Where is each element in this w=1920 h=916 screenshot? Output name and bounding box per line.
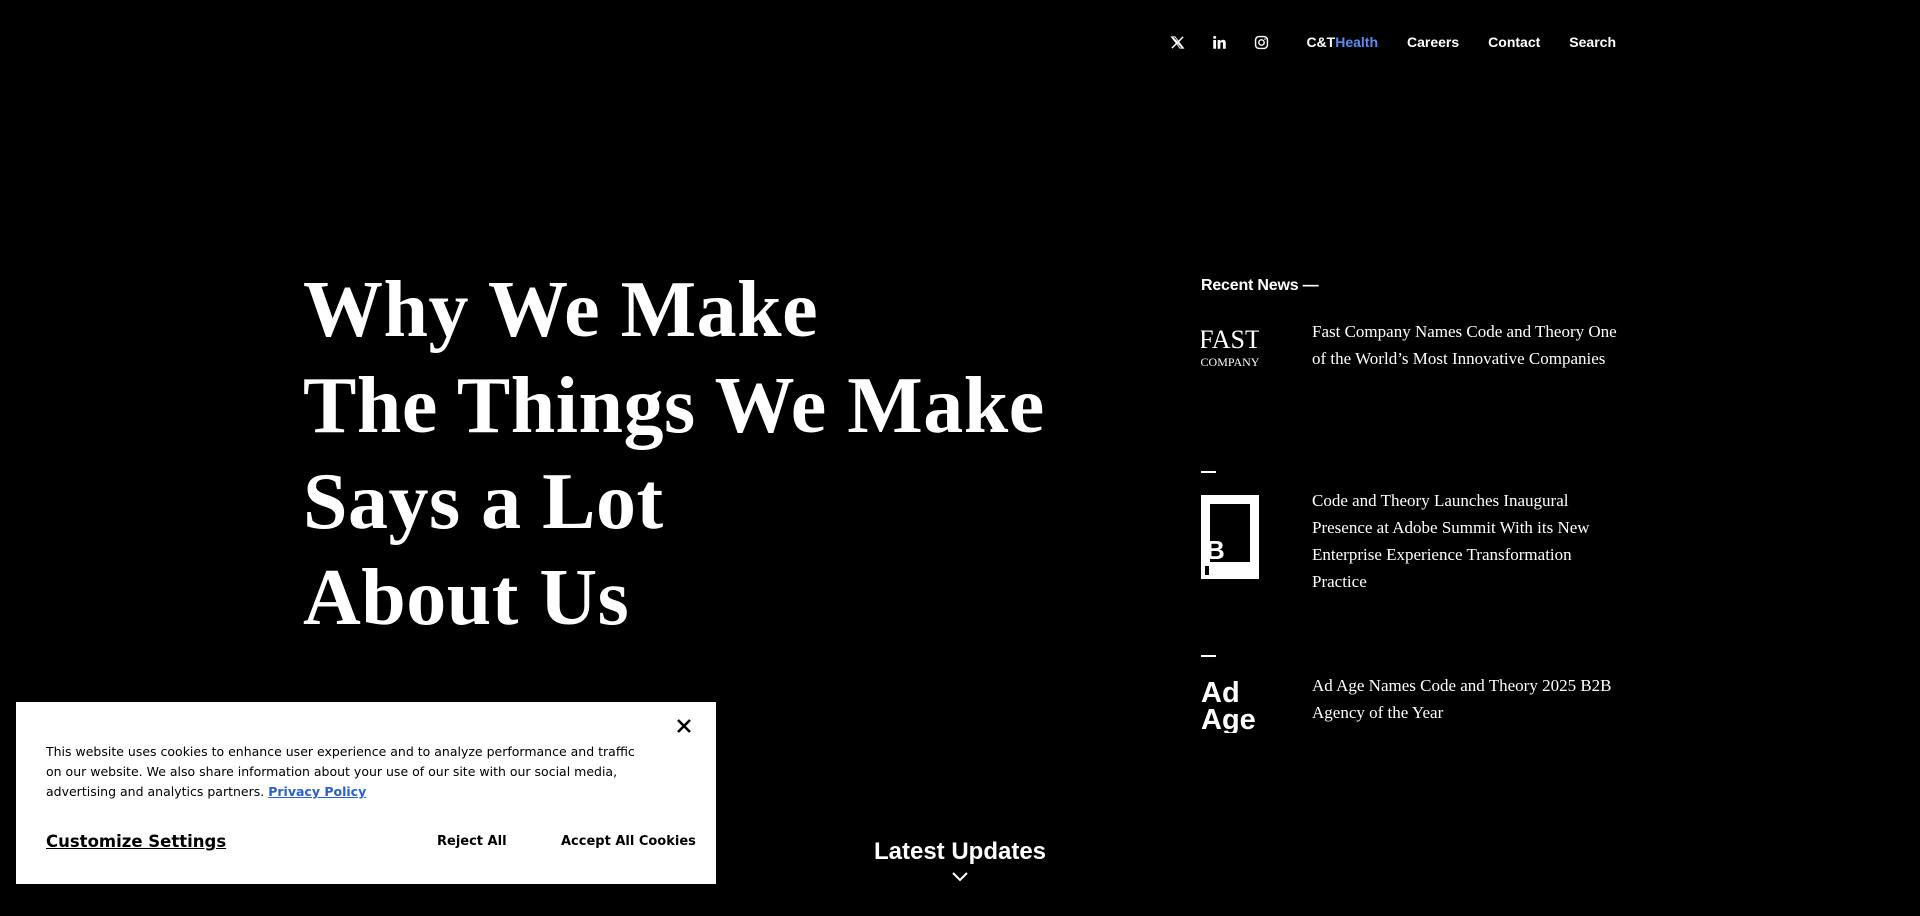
accept-all-cookies-button[interactable]: Accept All Cookies	[561, 834, 696, 849]
social-links	[1168, 33, 1270, 51]
brand-prefix: C&T	[1306, 34, 1336, 50]
nav-link-careers[interactable]: Careers	[1407, 34, 1459, 50]
cookie-banner: This website uses cookies to enhance use…	[16, 702, 716, 884]
ad-age-logo: Ad Age	[1201, 677, 1259, 738]
recent-news: Recent News — FAST COMPANY Fast Company …	[1199, 277, 1621, 736]
hero-line: The Things We Make	[303, 362, 1045, 450]
top-nav: C&THealth Careers Contact Search	[1168, 30, 1616, 54]
cookie-message: This website uses cookies to enhance use…	[46, 742, 646, 802]
news-item[interactable]: Ad Age Ad Age Names Code and Theory 2025…	[1201, 676, 1621, 738]
nav-link-ct-health[interactable]: C&THealth	[1306, 34, 1378, 50]
nav-links: C&THealth Careers Contact Search	[1288, 34, 1616, 50]
fast-company-logo: FAST COMPANY	[1199, 324, 1261, 377]
hero-line: About Us	[303, 554, 630, 642]
news-divider	[1201, 655, 1216, 657]
ad-age-logo-bottom: Age	[1201, 704, 1256, 733]
chevron-down-icon[interactable]	[952, 872, 968, 882]
close-icon[interactable]	[674, 716, 694, 736]
news-item[interactable]: B Code and Theory Launches Inaugural Pre…	[1201, 491, 1621, 591]
recent-news-heading: Recent News —	[1201, 277, 1319, 294]
news-item-text: Fast Company Names Code and Theory One o…	[1312, 322, 1617, 368]
fast-company-logo-top: FAST	[1201, 325, 1259, 354]
business-insider-logo: B	[1201, 495, 1259, 584]
reject-all-button[interactable]: Reject All	[437, 834, 507, 849]
instagram-icon[interactable]	[1252, 33, 1270, 51]
news-item-text: Code and Theory Launches Inaugural Prese…	[1312, 491, 1590, 591]
hero-headline: Why We Make The Things We Make Says a Lo…	[303, 262, 1063, 646]
news-item-text: Ad Age Names Code and Theory 2025 B2B Ag…	[1312, 676, 1612, 722]
fast-company-logo-bottom: COMPANY	[1201, 355, 1259, 369]
nav-link-contact[interactable]: Contact	[1488, 34, 1540, 50]
brand-suffix: Health	[1335, 34, 1379, 50]
privacy-policy-link[interactable]: Privacy Policy	[268, 784, 366, 799]
x-twitter-icon[interactable]	[1168, 33, 1186, 51]
linkedin-icon[interactable]	[1210, 33, 1228, 51]
news-item[interactable]: FAST COMPANY Fast Company Names Code and…	[1199, 322, 1621, 377]
hero-line: Says a Lot	[303, 458, 664, 546]
business-insider-logo-letter: B	[1206, 535, 1225, 565]
customize-settings-button[interactable]: Customize Settings	[46, 832, 226, 851]
hero-line: Why We Make	[303, 266, 819, 354]
nav-link-search[interactable]: Search	[1569, 34, 1616, 50]
news-divider	[1201, 471, 1216, 473]
